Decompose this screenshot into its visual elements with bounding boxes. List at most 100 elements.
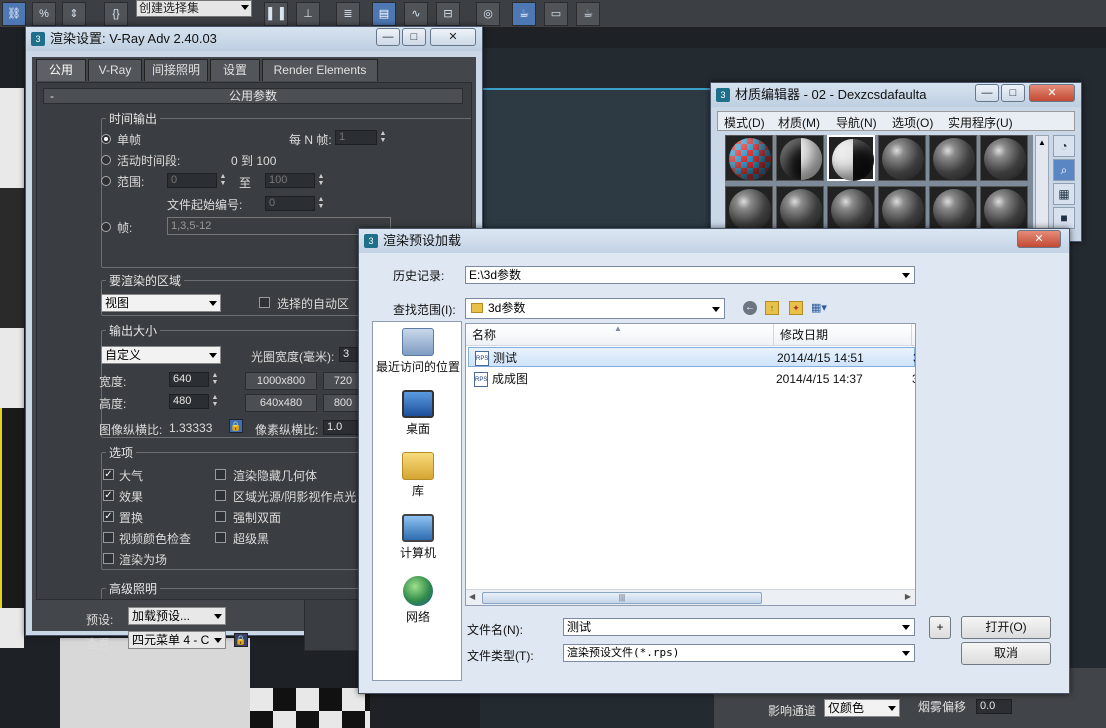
sample-slot[interactable] <box>980 135 1028 181</box>
every-n-spinner[interactable]: 1 ▲ ▼ <box>335 130 386 145</box>
view-dropdown[interactable]: 四元菜单 4 - C <box>128 631 226 649</box>
menu-navigation[interactable]: 导航(N) <box>836 114 877 131</box>
sample-slot[interactable] <box>929 135 977 181</box>
scroll-right-icon[interactable]: ▶ <box>905 592 911 601</box>
sample-slot-active[interactable] <box>827 135 875 181</box>
magnify-icon[interactable]: ⌕ <box>1053 159 1075 181</box>
place-recent[interactable]: 最近访问的位置 <box>373 328 463 375</box>
layer-manager-icon[interactable]: ≣ <box>336 2 360 26</box>
video-color-check-checkbox[interactable] <box>103 532 114 543</box>
preset-720-button[interactable]: 720 <box>323 372 363 390</box>
file-row[interactable]: RPS 测试 2014/4/15 14:51 3 <box>468 347 915 367</box>
close-button[interactable]: ✕ <box>1017 230 1061 248</box>
curve-editor-icon[interactable]: ∿ <box>404 2 428 26</box>
output-size-dropdown[interactable]: 自定义 <box>101 346 221 364</box>
sample-slot[interactable] <box>878 135 926 181</box>
preset-800-button[interactable]: 800 <box>323 394 363 412</box>
height-spinner[interactable]: 480 ▲ ▼ <box>169 394 218 409</box>
single-frame-radio[interactable] <box>101 134 111 144</box>
render-production-icon[interactable]: ☕ <box>576 2 600 26</box>
super-black-checkbox[interactable] <box>215 532 226 543</box>
mirror-icon[interactable]: ▌▐ <box>264 2 288 26</box>
preset-640x480-button[interactable]: 640x480 <box>245 394 317 412</box>
toggle-ribbon-icon[interactable]: ▤ <box>372 2 396 26</box>
sample-slot[interactable] <box>980 186 1028 232</box>
close-button[interactable]: ✕ <box>1029 84 1075 102</box>
frames-radio[interactable] <box>101 222 111 232</box>
minimize-button[interactable]: — <box>975 84 999 102</box>
range-radio[interactable] <box>101 176 111 186</box>
material-editor-titlebar[interactable]: 3 材质编辑器 - 02 - Dexzcsdafaulta — □ ✕ <box>711 83 1081 107</box>
preset-dropdown[interactable]: 加载预设... <box>128 607 226 625</box>
menu-options[interactable]: 选项(O) <box>892 114 933 131</box>
area-lights-checkbox[interactable] <box>215 490 226 501</box>
preset-load-titlebar[interactable]: 3 渲染预设加载 ✕ <box>359 229 1069 253</box>
back-icon[interactable]: ← <box>743 301 757 315</box>
maximize-button[interactable]: □ <box>402 28 426 46</box>
select-link-icon[interactable]: ⛓ <box>2 2 26 26</box>
scroll-thumb[interactable]: ||| <box>482 592 762 604</box>
menu-material[interactable]: 材质(M) <box>778 114 820 131</box>
force-2sided-checkbox[interactable] <box>215 511 226 522</box>
history-combo[interactable]: E:\3d参数 <box>465 266 915 284</box>
sample-uv-icon[interactable]: ■ <box>1053 207 1075 229</box>
up-folder-icon[interactable]: ↑ <box>765 301 779 315</box>
column-date[interactable]: 修改日期 <box>774 324 912 346</box>
render-hidden-checkbox[interactable] <box>215 469 226 480</box>
file-start-spinner[interactable]: 0 ▲ ▼ <box>265 196 324 211</box>
sample-type-icon[interactable]: ◔ <box>1053 135 1075 157</box>
look-in-combo[interactable]: 3d参数 <box>465 298 725 319</box>
spinner-snap-icon[interactable]: ⇕ <box>62 2 86 26</box>
menu-utilities[interactable]: 实用程序(U) <box>948 114 1013 131</box>
displacement-checkbox[interactable]: ✓ <box>103 511 114 522</box>
tab-indirect-illumination[interactable]: 间接照明 <box>144 59 208 81</box>
effects-checkbox[interactable]: ✓ <box>103 490 114 501</box>
place-libraries[interactable]: 库 <box>373 452 463 499</box>
slot-scrollbar[interactable]: ▲ <box>1035 135 1049 243</box>
column-name[interactable]: 名称 ▲ <box>466 324 774 346</box>
area-view-dropdown[interactable]: 视图 <box>101 294 221 312</box>
tab-vray[interactable]: V-Ray <box>88 59 142 81</box>
tab-common[interactable]: 公用 <box>36 59 86 81</box>
align-icon[interactable]: ⊥ <box>296 2 320 26</box>
affect-channel-dropdown[interactable]: 仅颜色 <box>824 699 900 717</box>
material-editor-icon[interactable]: ◎ <box>476 2 500 26</box>
column-type[interactable]: 类 <box>912 324 915 346</box>
edit-named-selection-icon[interactable]: {} <box>104 2 128 26</box>
named-selection-combo[interactable]: 创建选择集 <box>136 0 252 17</box>
background-checker-icon[interactable]: ▦ <box>1053 183 1075 205</box>
filename-combo[interactable]: 测试 <box>563 618 915 636</box>
sample-slot[interactable] <box>878 186 926 232</box>
minimize-button[interactable]: — <box>376 28 400 46</box>
tab-settings[interactable]: 设置 <box>210 59 260 81</box>
range-start-spinner[interactable]: 0 ▲ ▼ <box>167 173 226 188</box>
sample-slot[interactable] <box>776 186 824 232</box>
percent-snap-icon[interactable]: % <box>32 2 56 26</box>
pixel-aspect-spinner[interactable]: 1.0 <box>323 420 363 435</box>
sample-slot[interactable] <box>725 186 773 232</box>
view-menu-icon[interactable]: ▦▾ <box>811 301 833 315</box>
file-row[interactable]: RPS 成成图 2014/4/15 14:37 3 <box>468 369 915 389</box>
scroll-up-icon[interactable]: ▲ <box>1038 138 1046 147</box>
preset-1000x800-button[interactable]: 1000x800 <box>245 372 317 390</box>
render-to-fields-checkbox[interactable] <box>103 553 114 564</box>
tab-render-elements[interactable]: Render Elements <box>262 59 378 81</box>
new-folder-icon[interactable]: ✦ <box>789 301 803 315</box>
atmosphere-checkbox[interactable]: ✓ <box>103 469 114 480</box>
sample-slot[interactable] <box>776 135 824 181</box>
sample-slot[interactable] <box>725 135 773 181</box>
plus-button[interactable]: + <box>929 616 951 639</box>
place-computer[interactable]: 计算机 <box>373 514 463 561</box>
scroll-left-icon[interactable]: ◀ <box>469 592 475 601</box>
width-spinner[interactable]: 640 ▲ ▼ <box>169 372 218 387</box>
range-end-spinner[interactable]: 100 ▲ ▼ <box>265 173 324 188</box>
cancel-button[interactable]: 取消 <box>961 642 1051 665</box>
maximize-button[interactable]: □ <box>1001 84 1025 102</box>
filetype-combo[interactable]: 渲染预设文件(*.rps) <box>563 644 915 662</box>
fog-offset-spinner[interactable]: 0.0 <box>976 699 1012 714</box>
open-button[interactable]: 打开(O) <box>961 616 1051 639</box>
lock-aspect-icon[interactable]: 🔒 <box>229 419 243 433</box>
auto-region-checkbox[interactable] <box>259 297 270 308</box>
menu-mode[interactable]: 模式(D) <box>724 114 765 131</box>
schematic-view-icon[interactable]: ⊟ <box>436 2 460 26</box>
